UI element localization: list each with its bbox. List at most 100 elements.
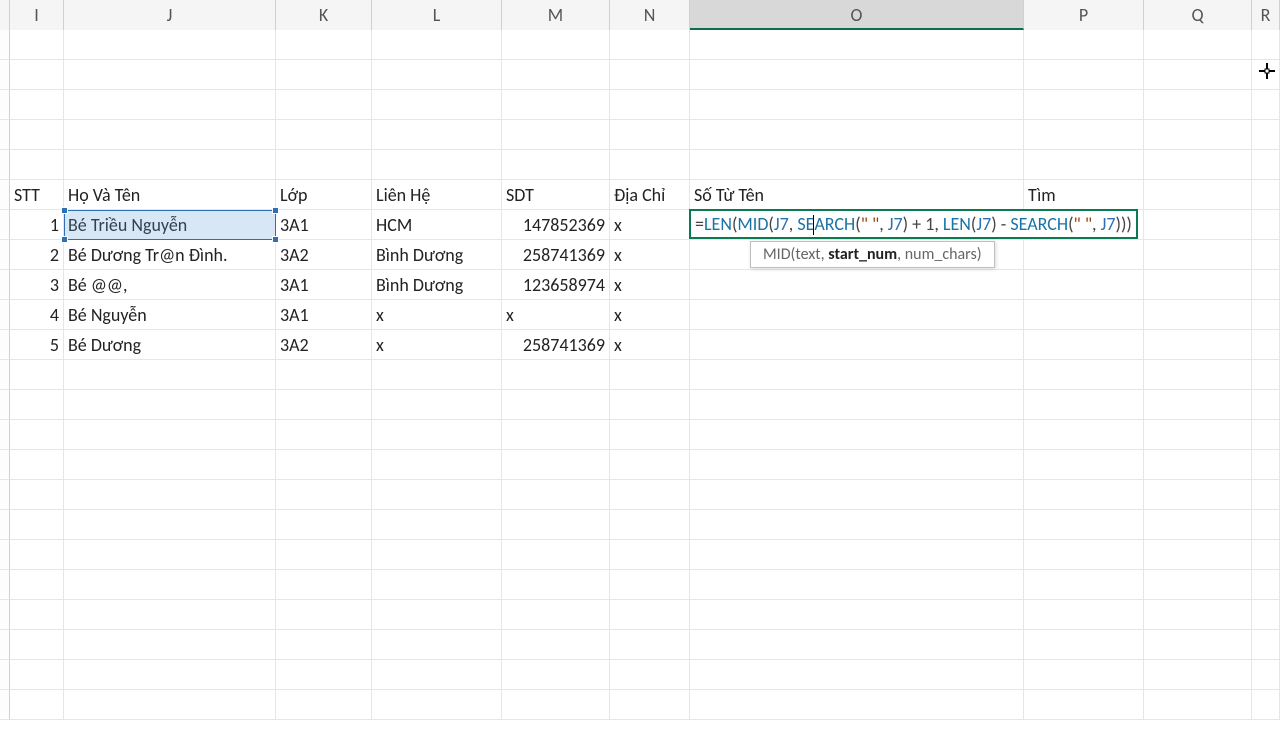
cell[interactable] — [1024, 390, 1144, 420]
cell-contact[interactable]: x — [372, 300, 502, 330]
cell[interactable] — [502, 120, 610, 150]
cell[interactable] — [610, 570, 690, 600]
col-header-N[interactable]: N — [610, 0, 690, 30]
cell[interactable] — [10, 420, 64, 450]
cell[interactable] — [690, 330, 1024, 360]
spreadsheet[interactable]: I J K L M N O P Q R — [0, 0, 1280, 730]
cell[interactable] — [610, 60, 690, 90]
cell[interactable] — [690, 600, 1024, 630]
range-handle[interactable] — [61, 236, 68, 243]
cell[interactable] — [1024, 330, 1144, 360]
cell[interactable] — [1252, 60, 1280, 90]
cell[interactable] — [502, 390, 610, 420]
row-hdr[interactable] — [0, 180, 10, 210]
cell[interactable] — [1024, 300, 1144, 330]
cell-contact[interactable]: HCM — [372, 210, 502, 240]
cell[interactable] — [372, 510, 502, 540]
cell[interactable] — [690, 480, 1024, 510]
cell[interactable] — [64, 450, 276, 480]
cell[interactable] — [1144, 30, 1252, 60]
cell-phone[interactable]: x — [502, 300, 610, 330]
col-header-J[interactable]: J — [64, 0, 276, 30]
cell[interactable] — [1024, 90, 1144, 120]
cell[interactable] — [610, 540, 690, 570]
cell[interactable] — [690, 450, 1024, 480]
cell[interactable] — [1252, 480, 1280, 510]
cell[interactable] — [276, 450, 372, 480]
cell[interactable] — [1252, 540, 1280, 570]
cell[interactable] — [1144, 690, 1252, 720]
cell[interactable] — [64, 480, 276, 510]
cell[interactable] — [372, 690, 502, 720]
cell-header-lop[interactable]: Lớp — [276, 180, 372, 210]
cell[interactable] — [276, 630, 372, 660]
col-header-P[interactable]: P — [1024, 0, 1144, 30]
cell[interactable] — [1252, 330, 1280, 360]
cell[interactable] — [610, 360, 690, 390]
cell[interactable] — [1144, 600, 1252, 630]
cell[interactable] — [690, 90, 1024, 120]
row-hdr[interactable] — [0, 60, 10, 90]
cell[interactable] — [1144, 480, 1252, 510]
cell[interactable] — [1144, 390, 1252, 420]
cell[interactable] — [610, 510, 690, 540]
row-hdr[interactable] — [0, 480, 10, 510]
cell[interactable] — [64, 90, 276, 120]
cell[interactable] — [610, 660, 690, 690]
row-hdr[interactable] — [0, 210, 10, 240]
col-header-K[interactable]: K — [276, 0, 372, 30]
cell[interactable] — [1252, 210, 1280, 240]
cell-class[interactable]: 3A1 — [276, 210, 372, 240]
cell[interactable] — [1252, 180, 1280, 210]
cell[interactable] — [1252, 690, 1280, 720]
cell[interactable] — [276, 480, 372, 510]
cell-stt[interactable]: 1 — [10, 210, 64, 240]
col-header-R[interactable]: R — [1252, 0, 1280, 30]
cell-phone[interactable]: 123658974 — [502, 270, 610, 300]
range-handle[interactable] — [272, 236, 279, 243]
cell[interactable] — [1024, 630, 1144, 660]
row-hdr[interactable] — [0, 390, 10, 420]
cell[interactable] — [502, 30, 610, 60]
cell[interactable] — [610, 420, 690, 450]
cell[interactable] — [10, 150, 64, 180]
cell[interactable] — [276, 90, 372, 120]
cell[interactable] — [610, 690, 690, 720]
cell[interactable] — [64, 570, 276, 600]
cell[interactable] — [372, 450, 502, 480]
cell[interactable] — [1144, 420, 1252, 450]
cell-phone[interactable]: 258741369 — [502, 330, 610, 360]
cell[interactable] — [276, 60, 372, 90]
cell[interactable] — [276, 540, 372, 570]
cell[interactable] — [610, 30, 690, 60]
cell[interactable] — [502, 90, 610, 120]
cell[interactable] — [610, 450, 690, 480]
cell[interactable] — [372, 630, 502, 660]
cell-phone[interactable]: 147852369 — [502, 210, 610, 240]
cell[interactable] — [690, 420, 1024, 450]
cell[interactable] — [1144, 210, 1252, 240]
cell-name[interactable]: Bé Triều Nguyễn — [64, 210, 276, 240]
cell[interactable] — [372, 660, 502, 690]
cell[interactable] — [10, 660, 64, 690]
cell-stt[interactable]: 4 — [10, 300, 64, 330]
cell[interactable] — [10, 570, 64, 600]
cell[interactable] — [690, 570, 1024, 600]
cell[interactable] — [610, 150, 690, 180]
cell[interactable] — [690, 360, 1024, 390]
cell[interactable] — [1252, 30, 1280, 60]
function-tooltip[interactable]: MID(text, start_num, num_chars) — [750, 241, 995, 268]
cell[interactable] — [10, 390, 64, 420]
cell-header-sotuten[interactable]: Số Từ Tên — [690, 180, 1024, 210]
cell[interactable] — [1252, 660, 1280, 690]
cell[interactable] — [64, 150, 276, 180]
cell[interactable] — [690, 660, 1024, 690]
cell-header-diachi[interactable]: Địa Chỉ — [610, 180, 690, 210]
cell[interactable] — [64, 630, 276, 660]
cell[interactable] — [1144, 630, 1252, 660]
cell-address[interactable]: x — [610, 300, 690, 330]
cell[interactable] — [1252, 90, 1280, 120]
row-hdr[interactable] — [0, 90, 10, 120]
cell-address[interactable]: x — [610, 270, 690, 300]
formula-edit-cell[interactable]: =LEN(MID(J7, SEARCH(" ", J7) + 1, LEN(J7… — [689, 209, 1138, 239]
